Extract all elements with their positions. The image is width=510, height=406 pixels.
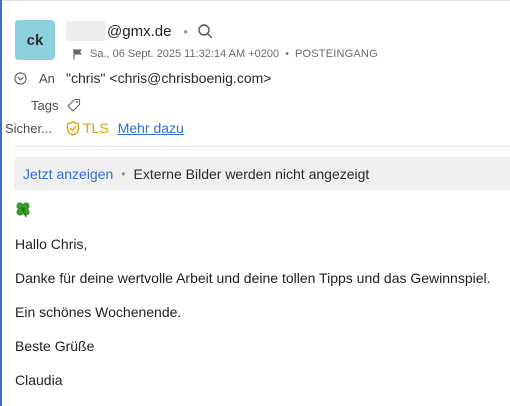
body-paragraph: Claudia	[15, 372, 63, 388]
external-images-bar: Jetzt anzeigen • Externe Bilder werden n…	[14, 157, 510, 190]
top-divider	[2, 0, 510, 1]
security-label: Sicher...	[5, 121, 52, 136]
show-images-now-link[interactable]: Jetzt anzeigen	[23, 166, 113, 182]
sender-email[interactable]: @gmx.de	[107, 23, 171, 40]
body-paragraph: Beste Grüße	[15, 338, 95, 354]
folder-name[interactable]: POSTEINGANG	[295, 48, 378, 60]
external-images-notice: Externe Bilder werden nicht angezeigt	[133, 165, 370, 182]
flag-icon[interactable]	[72, 48, 84, 60]
tag-icon[interactable]	[66, 98, 81, 113]
sender-row: @gmx.de •	[66, 20, 213, 42]
body-paragraph: Hallo Chris,	[15, 236, 88, 252]
separator-dot: •	[121, 166, 126, 181]
separator-dot: •	[285, 48, 289, 60]
sender-name-redacted	[66, 21, 106, 41]
body-paragraph: Ein schönes Wochenende.	[15, 304, 182, 320]
security-row: TLS Mehr dazu	[66, 120, 184, 136]
four-leaf-clover-icon	[16, 202, 30, 218]
tags-label: Tags	[31, 98, 59, 113]
search-icon[interactable]	[197, 23, 213, 39]
to-recipient[interactable]: "chris" <chris@chrisboenig.com>	[66, 70, 271, 86]
separator-dot: •	[183, 23, 188, 39]
selection-accent-bar	[0, 0, 2, 406]
avatar-initials: ck	[26, 31, 44, 49]
header-divider	[14, 146, 510, 147]
body-paragraph: Danke für deine wertvolle Arbeit und dei…	[15, 270, 491, 286]
to-label: An	[39, 71, 55, 86]
tls-label: TLS	[83, 120, 109, 136]
shield-icon	[66, 120, 80, 136]
chevron-down-icon[interactable]	[14, 72, 27, 85]
learn-more-link[interactable]: Mehr dazu	[118, 120, 184, 136]
message-meta-row: Sa., 06 Sept. 2025 11:32:14 AM +0200 • P…	[72, 48, 378, 60]
message-date: Sa., 06 Sept. 2025 11:32:14 AM +0200	[90, 48, 280, 60]
sender-avatar[interactable]: ck	[15, 20, 55, 60]
